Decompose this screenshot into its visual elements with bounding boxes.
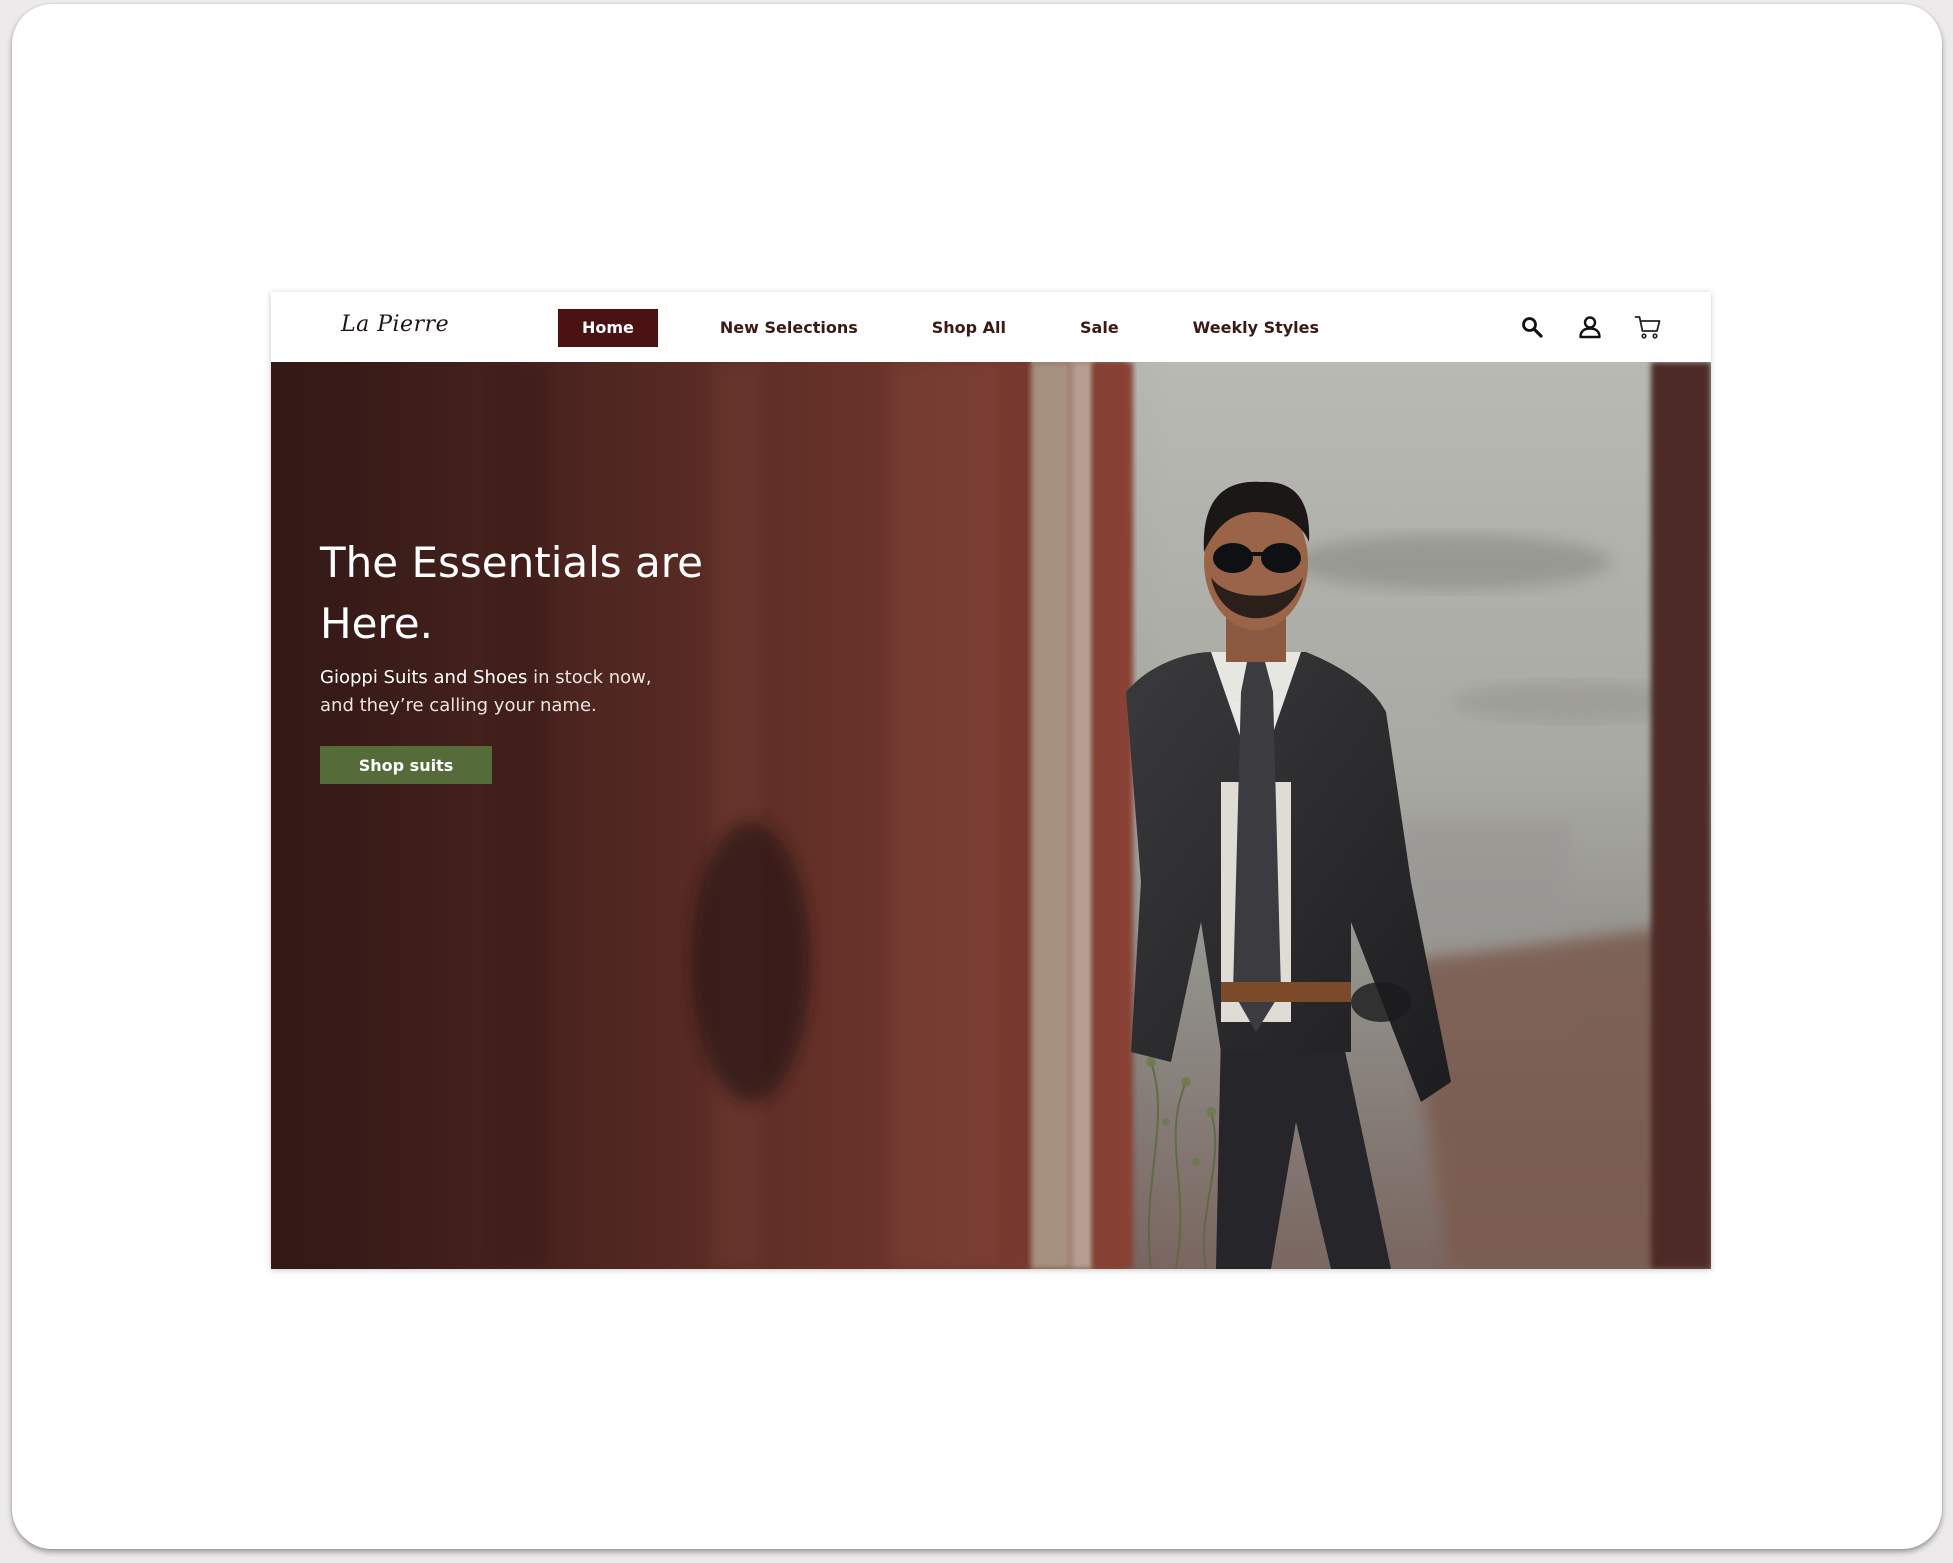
hero-content: The Essentials are Here. Gioppi Suits an…	[320, 532, 780, 784]
brand-logo[interactable]: La Pierre	[341, 312, 449, 337]
hero-photo	[271, 362, 1711, 1269]
hero-subtitle: Gioppi Suits and Shoes in stock now, and…	[320, 664, 670, 720]
nav-new-selections[interactable]: New Selections	[702, 309, 876, 347]
nav-shop-all[interactable]: Shop All	[914, 309, 1024, 347]
site-header: La Pierre Home New Selections Shop All S…	[271, 292, 1711, 362]
website-preview: La Pierre Home New Selections Shop All S…	[271, 292, 1711, 1269]
nav-home[interactable]: Home	[558, 309, 658, 347]
hero-subtitle-emphasis: Gioppi Suits and Shoes	[320, 667, 528, 688]
header-actions	[1517, 312, 1663, 342]
nav-weekly-styles[interactable]: Weekly Styles	[1175, 309, 1337, 347]
hero-banner: The Essentials are Here. Gioppi Suits an…	[271, 362, 1711, 1269]
screenshot-frame: La Pierre Home New Selections Shop All S…	[12, 4, 1942, 1549]
main-nav: Home New Selections Shop All Sale Weekly…	[558, 309, 1373, 347]
user-icon[interactable]	[1575, 312, 1605, 342]
shop-suits-button[interactable]: Shop suits	[320, 746, 492, 784]
nav-sale[interactable]: Sale	[1062, 309, 1137, 347]
hero-title: The Essentials are Here.	[320, 538, 703, 648]
search-icon[interactable]	[1517, 312, 1547, 342]
cart-icon[interactable]	[1633, 312, 1663, 342]
